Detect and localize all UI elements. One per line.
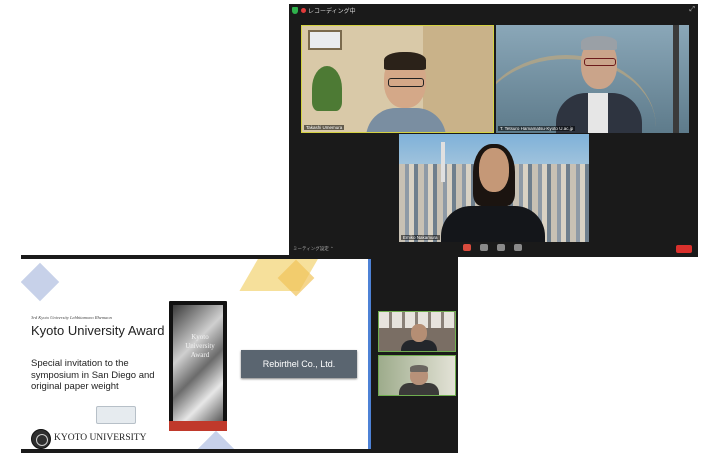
wall-frame [308, 30, 342, 50]
meeting-settings-label[interactable]: ミーティング設定 ⌃ [293, 246, 334, 252]
company-name-label: Rebirthel Co., Ltd. [241, 350, 357, 378]
participant-name: Takashi Umemura [304, 125, 345, 130]
paperweight-image [96, 406, 136, 424]
trophy-base [169, 421, 227, 431]
decorative-diamond [21, 262, 60, 302]
toolbar-icons [463, 244, 522, 251]
decorative-diamond [194, 430, 238, 449]
glasses [584, 58, 616, 66]
participant-hair [581, 36, 617, 50]
participant-shirt [588, 93, 608, 133]
zoom-meeting-window: レコーディング中 ⤢ Takashi Umemura T. Tetsuro Ha… [289, 4, 698, 257]
university-name: KYOTO UNIVERSITY [54, 433, 147, 443]
chat-icon[interactable] [480, 244, 488, 251]
plant [312, 66, 342, 111]
participants-icon[interactable] [463, 244, 471, 251]
award-subtitle: 3rd Kyoto University Lebbitamono Rhemaon [31, 315, 112, 320]
award-title: Kyoto University Award [31, 323, 165, 338]
video-tile-host[interactable]: Takashi Umemura [301, 25, 494, 133]
recording-icon [301, 8, 306, 13]
share-screen-icon[interactable] [497, 244, 505, 251]
participant-hair [410, 365, 428, 372]
video-tile-participant-2[interactable]: T. Tetsuro Hamamatsu·Kyoto U.ac.jp [496, 25, 689, 133]
security-shield-icon[interactable] [292, 7, 298, 14]
participant-head [479, 148, 509, 192]
university-seal-icon [31, 429, 51, 449]
zoom-title-bar: レコーディング中 ⤢ [289, 4, 698, 17]
side-video-tile-2[interactable] [378, 355, 456, 396]
split-divider[interactable] [368, 259, 371, 449]
participant-body [441, 206, 545, 242]
trophy-engraving: Kyoto University Award [185, 333, 215, 359]
glasses [388, 78, 424, 87]
fullscreen-icon[interactable]: ⤢ [689, 6, 695, 14]
reactions-icon[interactable] [514, 244, 522, 251]
tower [441, 142, 445, 182]
participant-hair [384, 52, 426, 70]
participant-name: T. Tetsuro Hamamatsu·Kyoto U.ac.jp [498, 126, 576, 131]
award-description: Special invitation to the symposium in S… [31, 358, 155, 392]
trophy-glass [173, 305, 223, 425]
participant-head [411, 324, 427, 342]
side-video-tile-1[interactable] [378, 311, 456, 352]
end-meeting-button[interactable] [676, 245, 692, 253]
screen-share-window: 3rd Kyoto University Lebbitamono Rhemaon… [21, 255, 458, 453]
participant-name: Emiko Nakamura [401, 235, 440, 240]
utility-pole [673, 25, 679, 133]
shared-slide: 3rd Kyoto University Lebbitamono Rhemaon… [21, 259, 368, 449]
video-tile-participant-3[interactable]: Emiko Nakamura [399, 134, 589, 242]
recording-label: レコーディング中 [308, 9, 356, 15]
